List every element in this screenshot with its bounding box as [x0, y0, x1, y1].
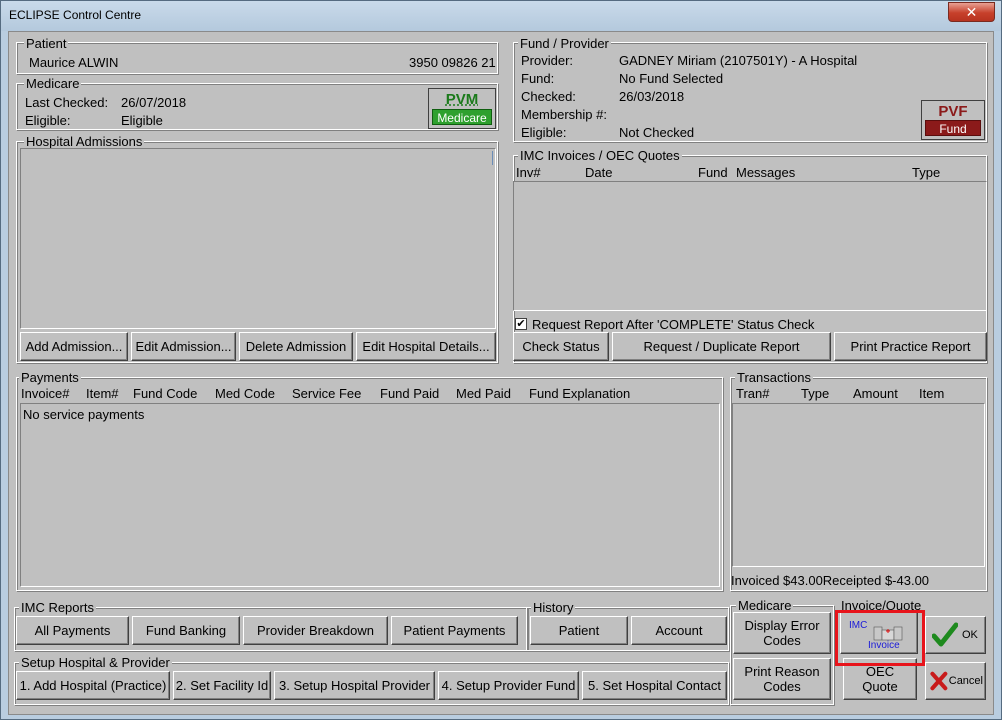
fund-provider-group-label: Fund / Provider [518, 36, 611, 51]
patient-group-label: Patient [24, 36, 69, 51]
provider-value: GADNEY Miriam (2107501Y) - A Hospital [619, 53, 858, 68]
fund-banking-button[interactable]: Fund Banking [132, 616, 240, 645]
request-duplicate-report-button[interactable]: Request / Duplicate Report [612, 332, 831, 361]
inv-col-messages[interactable]: Messages [736, 165, 795, 180]
setup-hospital-provider-button[interactable]: 3. Setup Hospital Provider [274, 671, 435, 700]
add-admission-button[interactable]: Add Admission... [20, 332, 128, 361]
provider-breakdown-button[interactable]: Provider Breakdown [243, 616, 388, 645]
cancel-label: Cancel [948, 674, 983, 687]
print-reason-codes-button[interactable]: Print Reason Codes [733, 658, 831, 700]
edit-hospital-details-button[interactable]: Edit Hospital Details... [356, 332, 496, 361]
transactions-footer: Invoiced $43.00Receipted $-43.00 [731, 573, 930, 588]
fund-value: No Fund Selected [619, 71, 724, 86]
pvf-fund-button[interactable]: PVF Fund [921, 100, 985, 140]
window-title: ECLIPSE Control Centre [9, 8, 142, 22]
set-facility-id-button[interactable]: 2. Set Facility Id [173, 671, 271, 700]
patient-payments-button[interactable]: Patient Payments [391, 616, 518, 645]
patient-name: Maurice ALWIN [29, 55, 119, 70]
transactions-list[interactable] [732, 403, 985, 567]
checkmark-icon: ✔ [516, 318, 526, 330]
hospital-admissions-group-label: Hospital Admissions [24, 134, 145, 149]
transactions-group-label: Transactions [735, 370, 813, 385]
display-error-codes-line1: Display Error [744, 618, 820, 633]
title-bar[interactable]: ECLIPSE Control Centre ✕ [1, 1, 1001, 31]
hospital-admissions-list[interactable] [20, 148, 496, 329]
membership-label: Membership #: [521, 107, 607, 122]
oec-quote-line2: Quote [862, 679, 898, 694]
pay-col-fund-code[interactable]: Fund Code [133, 386, 197, 401]
history-group-label: History [531, 600, 576, 615]
imc-invoice-highlight [835, 610, 925, 666]
pvf-fund-label: Fund [925, 120, 981, 136]
history-patient-button[interactable]: Patient [530, 616, 628, 645]
payments-empty-text: No service payments [23, 407, 145, 422]
setup-provider-fund-button[interactable]: 4. Setup Provider Fund [438, 671, 579, 700]
fund-label: Fund: [521, 71, 555, 86]
inv-col-fund[interactable]: Fund [698, 165, 728, 180]
check-status-button[interactable]: Check Status [513, 332, 609, 361]
ok-button[interactable]: OK [925, 616, 986, 654]
inv-col-type[interactable]: Type [912, 165, 940, 180]
delete-admission-button[interactable]: Delete Admission [239, 332, 353, 361]
close-icon: ✕ [965, 4, 978, 20]
checked-value: 26/03/2018 [619, 89, 685, 104]
checked-label: Checked: [521, 89, 576, 104]
medicare-last-checked-label: Last Checked: [25, 95, 109, 110]
inv-col-inv[interactable]: Inv# [516, 165, 541, 180]
cancel-x-icon [930, 671, 948, 691]
payments-group-label: Payments [19, 370, 81, 385]
pay-col-invoice[interactable]: Invoice# [21, 386, 69, 401]
pay-col-item[interactable]: Item# [86, 386, 119, 401]
provider-label: Provider: [521, 53, 574, 68]
imc-invoices-list[interactable] [513, 181, 987, 311]
pvm-medicare-label: Medicare [432, 109, 492, 125]
tran-col-amount[interactable]: Amount [853, 386, 898, 401]
medicare-group-label: Medicare [24, 76, 82, 91]
request-report-checkbox[interactable]: ✔ [515, 318, 527, 330]
inv-col-date[interactable]: Date [585, 165, 612, 180]
medicare-bottom-group-label: Medicare [736, 598, 794, 613]
pvf-label: PVF [938, 103, 968, 120]
all-payments-button[interactable]: All Payments [16, 616, 129, 645]
client-area: Patient Maurice ALWIN 3950 09826 21 Medi… [8, 31, 994, 715]
cancel-button[interactable]: Cancel [925, 662, 986, 700]
check-icon [932, 622, 958, 647]
main-window: ECLIPSE Control Centre ✕ Patient Maurice… [0, 0, 1002, 720]
add-hospital-button[interactable]: 1. Add Hospital (Practice) [16, 671, 170, 700]
imc-invoices-group-label: IMC Invoices / OEC Quotes [518, 148, 682, 163]
tran-col-type[interactable]: Type [801, 386, 829, 401]
print-practice-report-button[interactable]: Print Practice Report [834, 332, 987, 361]
set-hospital-contact-button[interactable]: 5. Set Hospital Contact [582, 671, 727, 700]
payments-list[interactable]: No service payments [20, 403, 720, 587]
fund-eligible-label: Eligible: [521, 125, 567, 140]
setup-group-label: Setup Hospital & Provider [19, 655, 172, 670]
medicare-eligible-value: Eligible [121, 113, 163, 128]
pay-col-fund-paid[interactable]: Fund Paid [380, 386, 439, 401]
tran-col-tran[interactable]: Tran# [736, 386, 769, 401]
oec-quote-line1: OEC [865, 664, 895, 679]
medicare-eligible-label: Eligible: [25, 113, 71, 128]
patient-number: 3950 09826 21 [409, 55, 496, 70]
pvm-label: PVM [445, 91, 479, 108]
medicare-last-checked-value: 26/07/2018 [121, 95, 187, 110]
history-account-button[interactable]: Account [631, 616, 727, 645]
print-reason-codes-line1: Print Reason [744, 664, 820, 679]
pay-col-med-paid[interactable]: Med Paid [456, 386, 511, 401]
close-button[interactable]: ✕ [948, 2, 995, 22]
pay-col-fund-explanation[interactable]: Fund Explanation [529, 386, 630, 401]
display-error-codes-line2: Codes [763, 633, 801, 648]
request-report-label: Request Report After 'COMPLETE' Status C… [532, 317, 815, 332]
tran-col-item[interactable]: Item [919, 386, 944, 401]
ok-label: OK [962, 628, 978, 641]
pvm-medicare-button[interactable]: PVM Medicare [428, 88, 496, 129]
edit-admission-button[interactable]: Edit Admission... [131, 332, 236, 361]
fund-eligible-value: Not Checked [619, 125, 695, 140]
pay-col-service-fee[interactable]: Service Fee [292, 386, 361, 401]
display-error-codes-button[interactable]: Display Error Codes [733, 612, 831, 654]
list-caret [492, 151, 493, 165]
pay-col-med-code[interactable]: Med Code [215, 386, 275, 401]
print-reason-codes-line2: Codes [763, 679, 801, 694]
imc-reports-group-label: IMC Reports [19, 600, 96, 615]
